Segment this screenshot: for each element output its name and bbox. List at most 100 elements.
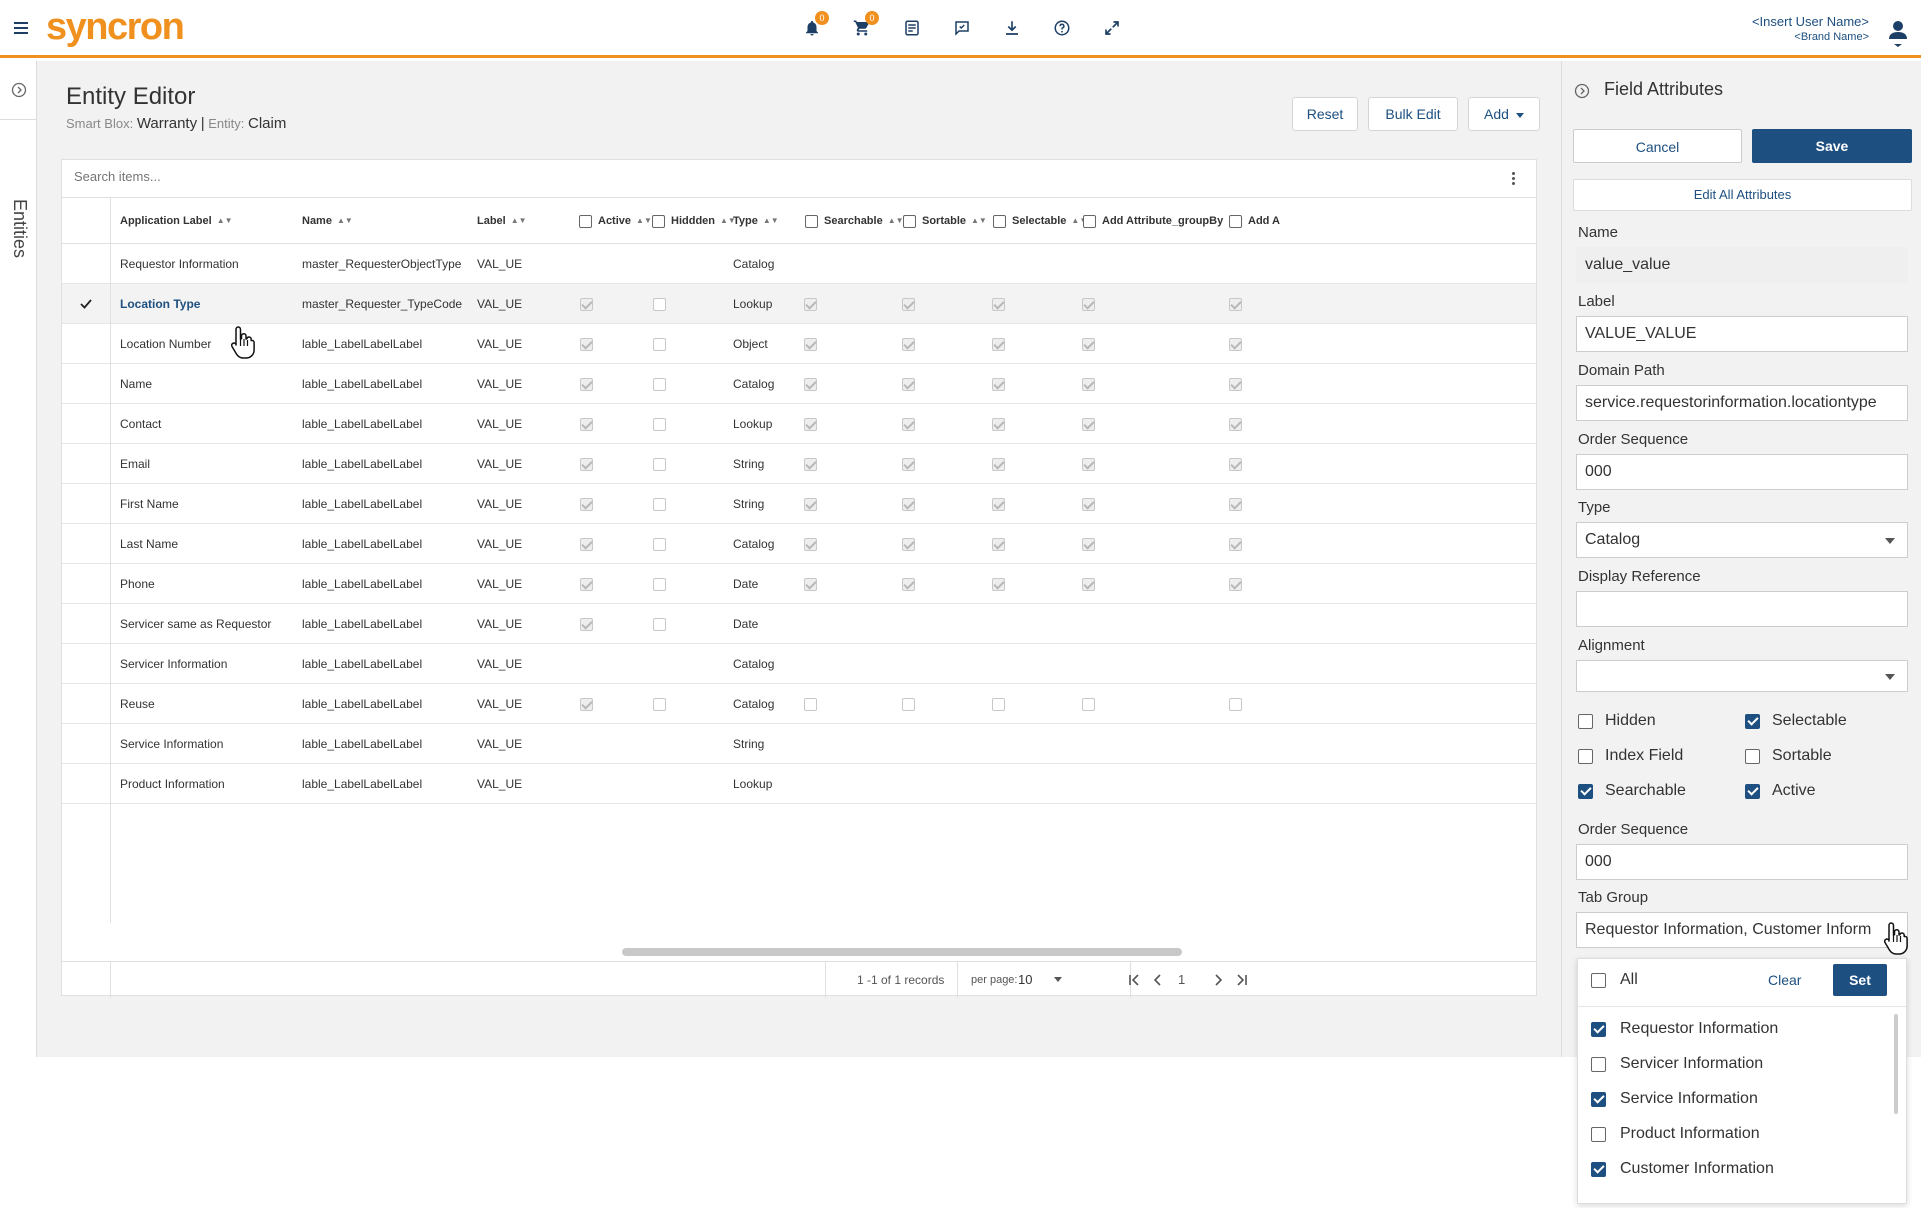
domain-path-field[interactable]: service.requestorinformation.locationtyp…: [1576, 385, 1908, 421]
table-row[interactable]: Service Information lable_LabelLabelLabel…: [62, 724, 1536, 764]
sortable-checkbox[interactable]: [902, 458, 915, 471]
header-group-by-checkbox[interactable]: [1083, 214, 1096, 228]
active-checkbox[interactable]: [580, 498, 593, 511]
expand-icon[interactable]: [1103, 19, 1123, 39]
header-add-a[interactable]: Add A: [1229, 198, 1280, 244]
add-a-checkbox[interactable]: [1229, 378, 1242, 391]
save-button[interactable]: Save: [1752, 129, 1912, 163]
sortable-checkbox[interactable]: [1745, 749, 1760, 764]
group-by-checkbox[interactable]: [1082, 418, 1095, 431]
table-row[interactable]: Servicer Information lable_LabelLabelLabe…: [62, 644, 1536, 684]
tab-group-option-checkbox[interactable]: [1591, 1162, 1606, 1177]
active-checkbox[interactable]: [580, 578, 593, 591]
selectable-checkbox[interactable]: [992, 578, 1005, 591]
table-row[interactable]: Phone lable_LabelLabelLabel VAL_UE Date: [62, 564, 1536, 604]
header-hidden-checkbox[interactable]: [652, 214, 665, 228]
active-checkbox[interactable]: [580, 378, 593, 391]
add-a-checkbox[interactable]: [1229, 538, 1242, 551]
header-group-by[interactable]: Add Attribute_groupBy▲▼: [1083, 198, 1244, 244]
searchable-checkbox[interactable]: [804, 538, 817, 551]
header-sortable-checkbox[interactable]: [903, 214, 916, 228]
more-options-icon[interactable]: [1512, 172, 1516, 186]
per-page-chevron-icon[interactable]: [1054, 977, 1062, 982]
table-row[interactable]: Reuse lable_LabelLabelLabel VAL_UE Catalog: [62, 684, 1536, 724]
group-by-checkbox[interactable]: [1082, 538, 1095, 551]
hidden-checkbox[interactable]: [653, 578, 666, 591]
cancel-button[interactable]: Cancel: [1573, 129, 1742, 163]
header-sortable[interactable]: Sortable ▲▼: [903, 198, 987, 244]
add-a-checkbox[interactable]: [1229, 418, 1242, 431]
add-a-checkbox[interactable]: [1229, 578, 1242, 591]
searchable-checkbox[interactable]: [804, 378, 817, 391]
clear-button[interactable]: Clear: [1768, 972, 1801, 988]
active-checkbox[interactable]: [580, 538, 593, 551]
hidden-checkbox[interactable]: [653, 298, 666, 311]
user-avatar-icon[interactable]: [1887, 18, 1909, 48]
tab-group-option-checkbox[interactable]: [1591, 1057, 1606, 1072]
last-page-icon[interactable]: [1234, 972, 1250, 988]
header-application-label[interactable]: Application Label ▲▼: [120, 198, 233, 244]
download-icon[interactable]: [1003, 19, 1023, 39]
group-by-checkbox[interactable]: [1082, 698, 1095, 711]
add-a-checkbox[interactable]: [1229, 698, 1242, 711]
edit-all-attributes-button[interactable]: Edit All Attributes: [1573, 179, 1912, 211]
tab-group-option-label[interactable]: Service Information: [1620, 1090, 1758, 1108]
entities-tab[interactable]: Entities: [9, 199, 30, 258]
display-reference-field[interactable]: [1576, 591, 1908, 627]
sortable-checkbox[interactable]: [902, 338, 915, 351]
group-by-checkbox[interactable]: [1082, 578, 1095, 591]
group-by-checkbox[interactable]: [1082, 338, 1095, 351]
sortable-checkbox[interactable]: [902, 298, 915, 311]
sortable-checkbox[interactable]: [902, 498, 915, 511]
selectable-checkbox[interactable]: [992, 498, 1005, 511]
table-row[interactable]: Email lable_LabelLabelLabel VAL_UE String: [62, 444, 1536, 484]
header-hidden[interactable]: Hiddden ▲▼: [652, 198, 736, 244]
add-a-checkbox[interactable]: [1229, 298, 1242, 311]
selectable-checkbox[interactable]: [992, 458, 1005, 471]
active-checkbox[interactable]: [580, 418, 593, 431]
sortable-checkbox[interactable]: [902, 538, 915, 551]
dropdown-scrollbar[interactable]: [1894, 1014, 1898, 1114]
expand-rail-icon[interactable]: [11, 82, 27, 98]
table-row[interactable]: Product Information lable_LabelLabelLabel…: [62, 764, 1536, 804]
table-row[interactable]: Location Number lable_LabelLabelLabel VAL_…: [62, 324, 1536, 364]
group-by-checkbox[interactable]: [1082, 498, 1095, 511]
tab-group-option-label[interactable]: Customer Information: [1620, 1160, 1774, 1178]
header-searchable[interactable]: Searchable ▲▼: [805, 198, 904, 244]
hidden-checkbox[interactable]: [653, 698, 666, 711]
add-a-checkbox[interactable]: [1229, 458, 1242, 471]
table-row[interactable]: Name lable_LabelLabelLabel VAL_UE Catalog: [62, 364, 1536, 404]
search-input[interactable]: [74, 169, 1374, 184]
selectable-checkbox[interactable]: [992, 538, 1005, 551]
sortable-checkbox[interactable]: [902, 578, 915, 591]
active-checkbox[interactable]: [1745, 784, 1760, 799]
tab-group-option-label[interactable]: Requestor Information: [1620, 1020, 1778, 1038]
tab-group-option-checkbox[interactable]: [1591, 1127, 1606, 1142]
hidden-checkbox[interactable]: [653, 498, 666, 511]
catalog-icon[interactable]: [903, 19, 923, 39]
searchable-checkbox[interactable]: [1578, 784, 1593, 799]
active-checkbox[interactable]: [580, 698, 593, 711]
next-page-icon[interactable]: [1210, 972, 1226, 988]
tab-group-option-checkbox[interactable]: [1591, 1022, 1606, 1037]
searchable-checkbox[interactable]: [804, 698, 817, 711]
label-field[interactable]: VALUE_VALUE: [1576, 316, 1908, 352]
tab-group-option-checkbox[interactable]: [1591, 1092, 1606, 1107]
active-checkbox[interactable]: [580, 338, 593, 351]
bell-icon[interactable]: 0: [803, 11, 829, 39]
hidden-checkbox[interactable]: [653, 458, 666, 471]
searchable-checkbox[interactable]: [804, 498, 817, 511]
header-selectable[interactable]: Selectable ▲▼: [993, 198, 1087, 244]
sortable-checkbox[interactable]: [902, 698, 915, 711]
index-field-checkbox[interactable]: [1578, 749, 1593, 764]
header-active-checkbox[interactable]: [579, 214, 592, 228]
user-info[interactable]: <Insert User Name> <Brand Name>: [1752, 14, 1869, 43]
group-by-checkbox[interactable]: [1082, 378, 1095, 391]
hidden-checkbox[interactable]: [1578, 714, 1593, 729]
hidden-checkbox[interactable]: [653, 418, 666, 431]
order-sequence-field[interactable]: 000: [1576, 454, 1908, 490]
header-add-a-checkbox[interactable]: [1229, 214, 1242, 228]
add-a-checkbox[interactable]: [1229, 338, 1242, 351]
selectable-checkbox[interactable]: [1745, 714, 1760, 729]
searchable-checkbox[interactable]: [804, 458, 817, 471]
